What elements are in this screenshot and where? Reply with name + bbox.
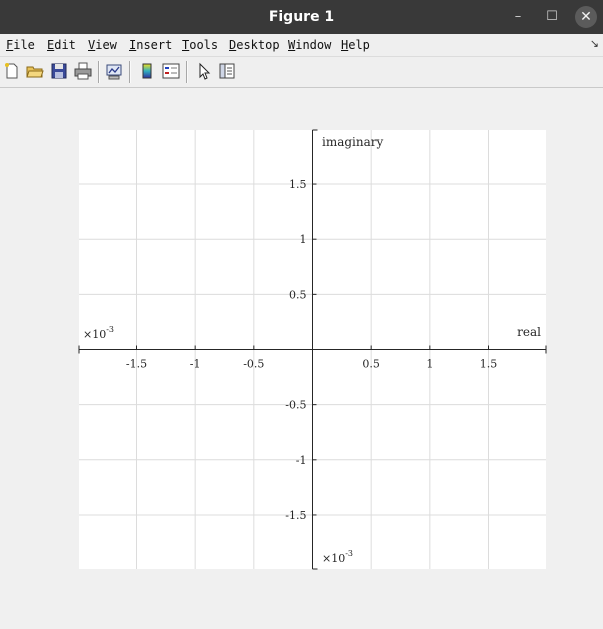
x-tick-label: 0.5 — [362, 358, 380, 371]
y-exponent-base: ×10 — [322, 552, 345, 565]
y-exponent-power: -3 — [345, 549, 353, 558]
y-tick-label: -1.5 — [285, 509, 306, 522]
x-exponent-power: -3 — [106, 325, 114, 334]
y-axis-label: imaginary — [322, 135, 384, 149]
y-tick-label: 0.5 — [289, 288, 307, 301]
x-tick-label: 1 — [426, 358, 433, 371]
x-axis-label: real — [517, 325, 541, 339]
x-tick-label: -1.5 — [126, 358, 147, 371]
y-tick-label: -0.5 — [285, 399, 306, 412]
y-tick-label: 1 — [300, 233, 307, 246]
y-tick-label: 1.5 — [289, 178, 307, 191]
figure-canvas[interactable]: -1.5 -1 -0.5 0.5 1 1.5 1.5 1 0.5 -0.5 -1 -1.5 imagi… — [0, 0, 603, 629]
y-tick-label: -1 — [296, 454, 307, 467]
x-tick-label: 1.5 — [480, 358, 498, 371]
x-tick-label: -0.5 — [243, 358, 264, 371]
x-tick-label: -1 — [190, 358, 201, 371]
x-exponent-base: ×10 — [83, 328, 106, 341]
